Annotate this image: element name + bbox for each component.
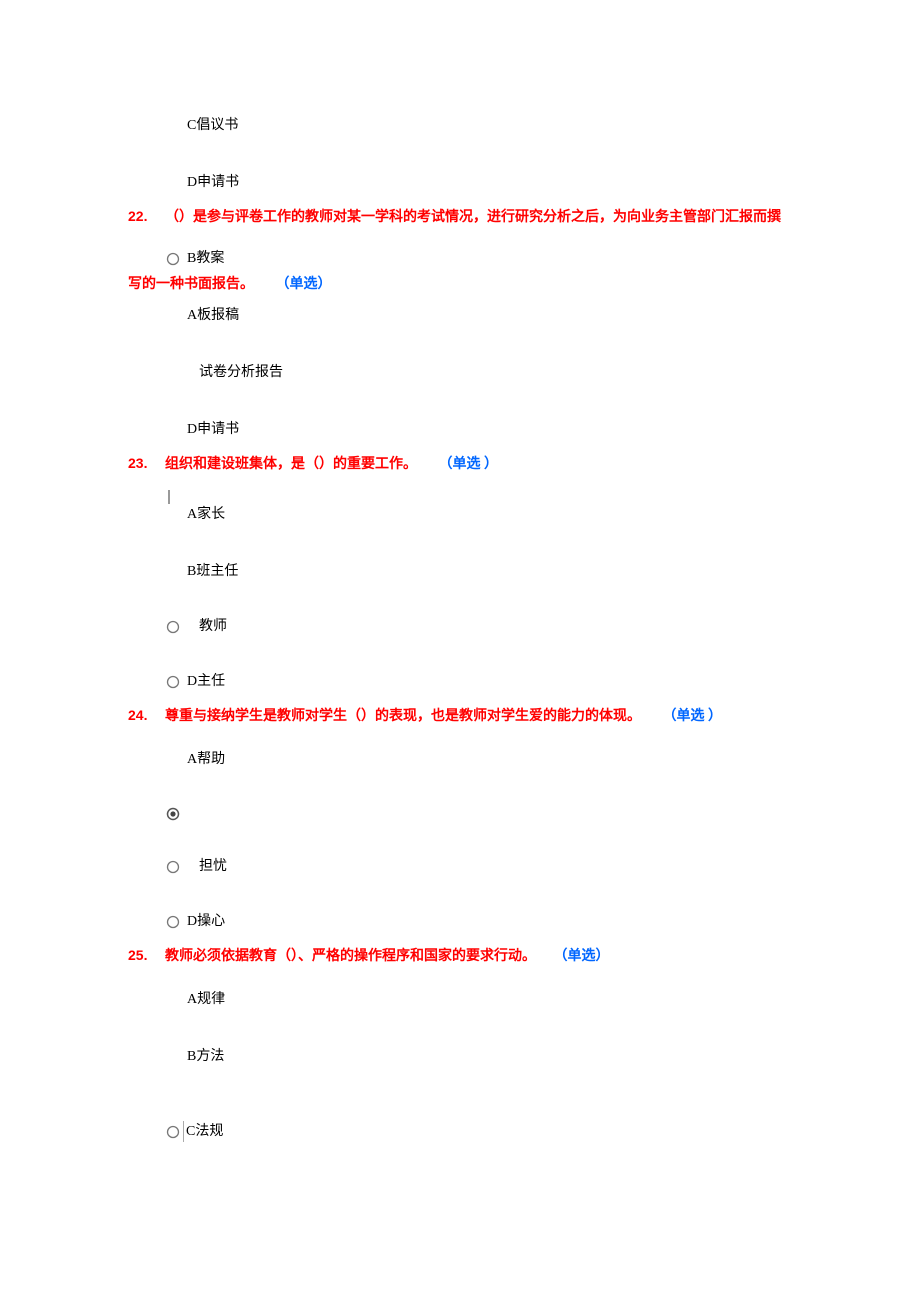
marker-icon — [168, 490, 170, 504]
q22-option-c[interactable]: 试卷分析报告 — [128, 362, 870, 383]
radio-icon[interactable] — [166, 620, 180, 634]
option-text: B方法 — [187, 1046, 224, 1067]
q23-option-b[interactable]: B班主任 — [128, 561, 870, 582]
question-23: 23. 组织和建设班集体，是（）的重要工作。 （单选 ） — [128, 453, 870, 475]
option-text: D主任 — [187, 671, 225, 692]
option-text: 教师 — [199, 616, 227, 637]
q24-option-a[interactable]: A帮助 — [128, 749, 870, 770]
question-22-continuation: 写的一种书面报告。 （单选） — [128, 274, 870, 295]
single-choice-tag: （单选） — [553, 949, 609, 964]
option-text: D申请书 — [187, 419, 239, 440]
question-text: （）是参与评卷工作的教师对某一学科的考试情况，进行研究分析之后，为向业务主管部门… — [165, 210, 781, 225]
single-choice-tag: （单选 ） — [662, 709, 722, 724]
option-text: B教案 — [187, 248, 224, 269]
question-text: 教师必须依据教育（）、严格的操作程序和国家的要求行动。 — [165, 949, 536, 964]
option-text: A帮助 — [187, 749, 225, 770]
q22-option-b[interactable]: B教案 — [128, 248, 870, 269]
question-22: 22. （）是参与评卷工作的教师对某一学科的考试情况，进行研究分析之后，为向业务… — [128, 206, 870, 228]
question-number: 25. — [128, 947, 147, 963]
q24-option-b[interactable] — [128, 804, 870, 824]
question-number: 23. — [128, 455, 147, 471]
q23-option-c[interactable]: 教师 — [128, 616, 870, 637]
q24-option-c[interactable]: 担忧 — [128, 856, 870, 877]
q25-option-c[interactable]: C法规 — [128, 1121, 870, 1142]
question-number: 24. — [128, 707, 147, 723]
q23-option-a-text[interactable]: A家长 — [128, 504, 870, 525]
option-text: A家长 — [187, 504, 225, 525]
option-text: 担忧 — [199, 856, 227, 877]
radio-icon[interactable] — [166, 1125, 180, 1139]
question-text: 组织和建设班集体，是（）的重要工作。 — [165, 457, 417, 472]
question-number: 22. — [128, 208, 147, 224]
q22-option-d[interactable]: D申请书 — [128, 419, 870, 440]
option-text: D操心 — [187, 911, 225, 932]
q25-option-a[interactable]: A规律 — [128, 989, 870, 1010]
radio-icon[interactable] — [166, 915, 180, 929]
single-choice-tag: （单选） — [276, 277, 332, 292]
radio-icon[interactable] — [166, 252, 180, 266]
q25-option-b[interactable]: B方法 — [128, 1046, 870, 1067]
q23-option-d[interactable]: D主任 — [128, 671, 870, 692]
option-text: B班主任 — [187, 561, 238, 582]
option-text: C倡议书 — [187, 115, 238, 136]
q22-option-a[interactable]: A板报稿 — [128, 305, 870, 326]
question-text: 尊重与接纳学生是教师对学生（）的表现，也是教师对学生爱的能力的体现。 — [165, 709, 641, 724]
option-text: 试卷分析报告 — [199, 362, 283, 383]
option-text: A规律 — [187, 989, 225, 1010]
option-text: C法规 — [183, 1121, 223, 1142]
q24-option-d[interactable]: D操心 — [128, 911, 870, 932]
q21-option-c[interactable]: C倡议书 — [128, 115, 870, 136]
option-text: A板报稿 — [187, 305, 239, 326]
option-text: D申请书 — [187, 172, 239, 193]
question-25: 25. 教师必须依据教育（）、严格的操作程序和国家的要求行动。 （单选） — [128, 945, 870, 967]
single-choice-tag: （单选 ） — [438, 457, 498, 472]
radio-icon-selected[interactable] — [166, 807, 180, 821]
radio-icon[interactable] — [166, 675, 180, 689]
radio-icon[interactable] — [166, 860, 180, 874]
question-24: 24. 尊重与接纳学生是教师对学生（）的表现，也是教师对学生爱的能力的体现。 （… — [128, 705, 870, 727]
q21-option-d[interactable]: D申请书 — [128, 172, 870, 193]
